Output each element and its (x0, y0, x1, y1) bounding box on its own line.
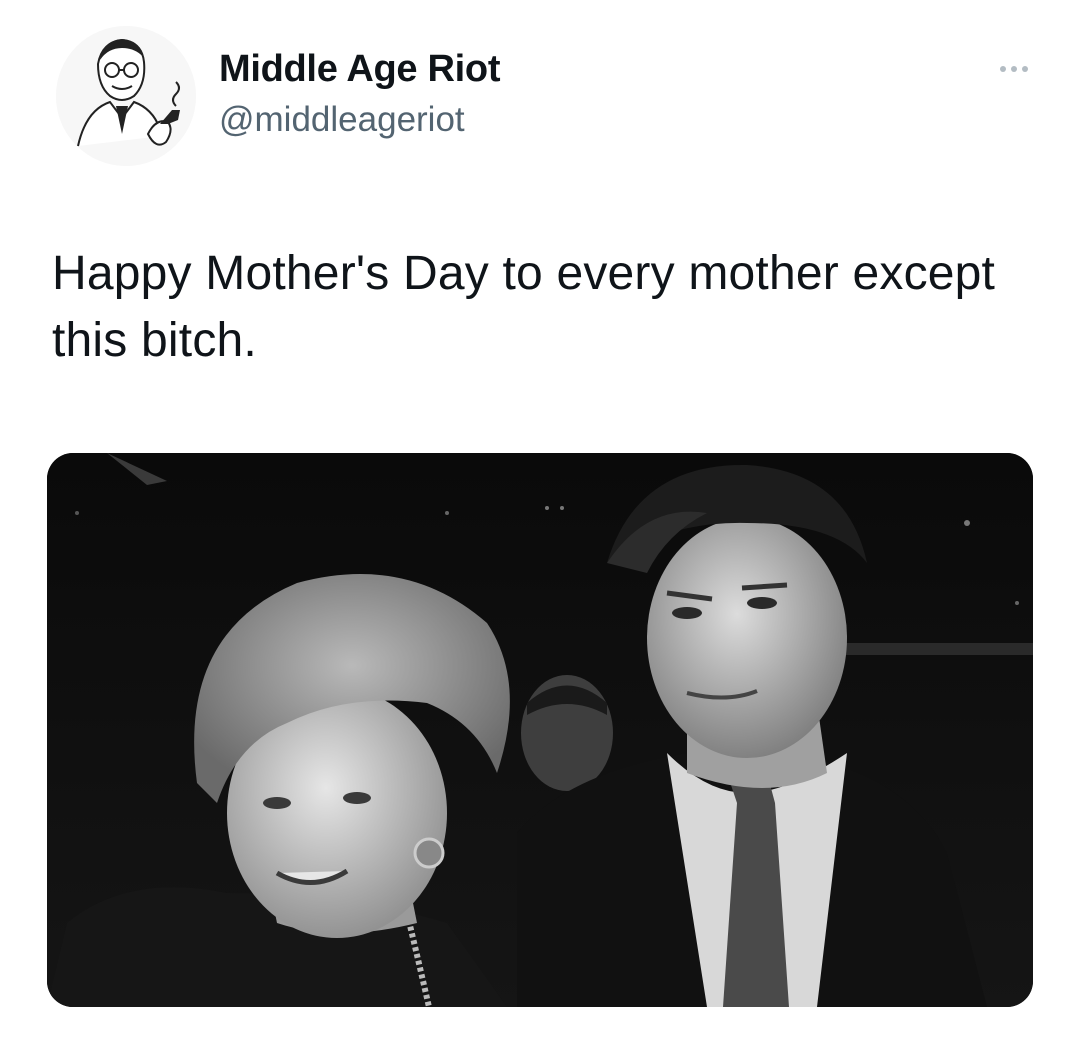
ellipsis-icon (1011, 66, 1017, 72)
photo-image (47, 453, 1033, 1007)
more-options-button[interactable] (990, 58, 1038, 80)
tweet-text: Happy Mother's Day to every mother excep… (52, 247, 996, 367)
author-handle[interactable]: @middleageriot (219, 98, 465, 142)
ellipsis-icon (1000, 66, 1006, 72)
ellipsis-icon (1022, 66, 1028, 72)
author-display-name[interactable]: Middle Age Riot (219, 46, 500, 92)
author-avatar[interactable] (56, 26, 196, 166)
retro-man-avatar-icon (56, 26, 196, 166)
tweet-photo[interactable] (47, 453, 1033, 1007)
